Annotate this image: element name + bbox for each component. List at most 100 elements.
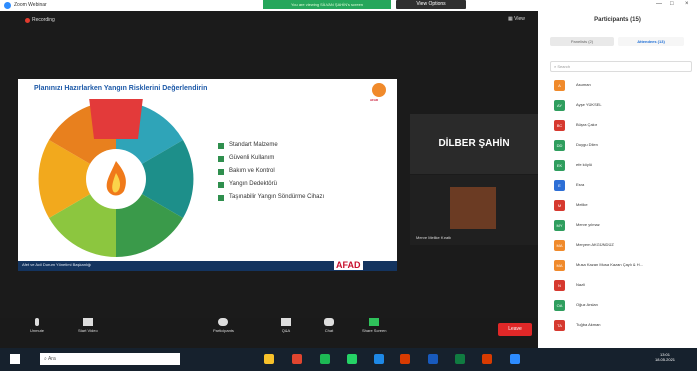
participant-name: Esra (576, 182, 585, 187)
app-icon[interactable] (482, 354, 492, 364)
whatsapp-icon[interactable] (347, 354, 357, 364)
video-tile[interactable]: Merve Melike Kıratlı (410, 175, 538, 245)
participant-name: Asuman (576, 82, 591, 87)
avatar: TA (554, 320, 565, 331)
participant-name: Meryem AKGÜNDÜZ (576, 242, 614, 247)
mute-label: Unmute (30, 328, 45, 333)
participant-video (450, 187, 496, 229)
avatar: OA (554, 300, 565, 311)
search-icon: ⌕ (44, 356, 47, 362)
avatar: MY (554, 220, 565, 231)
view-button-label: View (514, 16, 525, 22)
view-button[interactable]: ▦ View (508, 16, 525, 22)
legend-bullet-icon (218, 156, 224, 162)
chat-button[interactable]: Chat (324, 318, 334, 333)
afad-logo-icon (372, 83, 386, 97)
windows-taskbar: ⌕ Ara 13:01 18.05.2021 (0, 348, 697, 371)
start-video-label: Start Video (78, 328, 98, 333)
legend-label: Yangın Dedektörü (229, 181, 277, 187)
chat-label: Chat (324, 328, 334, 333)
spotify-icon[interactable] (320, 354, 330, 364)
wheel-top-segment (89, 99, 143, 139)
close-icon[interactable]: × (685, 1, 689, 7)
avatar: N (554, 280, 565, 291)
maximize-icon[interactable]: □ (670, 1, 674, 7)
participant-name: Melike (576, 202, 588, 207)
participants-button[interactable]: Participants (213, 318, 234, 333)
participant-name: Oğuz Arslan (576, 302, 598, 307)
view-options-button[interactable]: View Options (396, 0, 466, 9)
share-screen-label: Share Screen (362, 328, 387, 333)
taskbar-clock: 13:01 18.05.2021 (655, 352, 675, 362)
participant-name: Ayşe YÜKSEL (576, 102, 602, 107)
window-title: Zoom Webinar (14, 2, 47, 8)
share-screen-icon (369, 318, 380, 326)
participants-title: Participants (15) (594, 17, 641, 23)
camera-icon (82, 318, 93, 326)
fire-risk-wheel (38, 99, 194, 257)
people-icon (218, 318, 229, 326)
zoom-logo-icon (4, 2, 11, 9)
zoom-taskbar-icon[interactable] (374, 354, 384, 364)
meeting-toolbar: Unmute Start Video Participants Q&A Chat… (0, 318, 538, 348)
legend-bullet-icon (218, 182, 224, 188)
avatar: DD (554, 140, 565, 151)
participant-name: Büşra Çakır (576, 122, 598, 127)
participant-tile[interactable]: DİLBER ŞAHİN (410, 114, 538, 174)
q-and-a-button[interactable]: Q&A (281, 318, 291, 333)
zoom-active-icon[interactable] (510, 354, 520, 364)
participant-search-input[interactable]: ⌕ Search (550, 61, 692, 72)
q-and-a-icon (281, 318, 291, 326)
word-icon[interactable] (428, 354, 438, 364)
taskbar-search-input[interactable]: ⌕ Ara (40, 353, 180, 365)
avatar: MA (554, 240, 565, 251)
tab-panelists[interactable]: Panelists (2) (550, 37, 614, 46)
slide-footer-text: Afet ve Acil Durum Yönetimi Başkanlığı (22, 262, 92, 267)
avatar: A (554, 80, 565, 91)
participant-tile-name: DİLBER ŞAHİN (438, 138, 510, 149)
legend-bullet-icon (218, 143, 224, 149)
legend-label: Bakım ve Kontrol (229, 168, 275, 174)
share-screen-button[interactable]: Share Screen (362, 318, 386, 333)
legend-bullet-icon (218, 169, 224, 175)
avatar: E (554, 180, 565, 191)
file-explorer-icon[interactable] (264, 354, 274, 364)
powerpoint-icon[interactable] (400, 354, 410, 364)
mute-button[interactable]: Unmute (30, 318, 44, 333)
windows-start-icon[interactable] (10, 354, 20, 364)
avatar: BC (554, 120, 565, 131)
screen-share-banner: You are viewing SİLVAN ŞAHİN's screen (263, 0, 391, 9)
chrome-icon[interactable] (292, 354, 302, 364)
participant-name: efe köylü (576, 162, 593, 167)
tab-attendees[interactable]: Attendees (13) (618, 37, 684, 46)
video-tile-name: Merve Melike Kıratlı (416, 235, 452, 240)
participant-name: Nazli (576, 282, 585, 287)
leave-button[interactable]: Leave (498, 323, 532, 336)
microphone-icon (35, 318, 39, 326)
avatar: MA (554, 260, 565, 271)
search-placeholder: Search (557, 64, 571, 69)
participants-label: Participants (213, 328, 234, 333)
chat-icon (324, 318, 334, 326)
avatar: EK (554, 160, 565, 171)
excel-icon[interactable] (455, 354, 465, 364)
search-icon: ⌕ (554, 64, 557, 69)
start-video-button[interactable]: Start Video (78, 318, 98, 333)
participant-name: Duygu Dilen (576, 142, 598, 147)
participants-panel: Participants (15) Panelists (2) Attendee… (538, 11, 697, 349)
avatar: AY (554, 100, 565, 111)
afad-logo-label: AFAD (370, 98, 379, 102)
participant-name: Tuğba Akman (576, 322, 601, 327)
legend-label: Taşınabilir Yangın Söndürme Cihazı (229, 194, 325, 200)
legend-bullet-icon (218, 195, 224, 201)
legend-label: Güvenli Kullanım (229, 155, 275, 161)
participant-name: Merve yılmaz (576, 222, 600, 227)
slide-title: Planınızı Hazırlarken Yangın Risklerini … (34, 85, 208, 92)
afad-logo-bottom: AFAD (334, 260, 363, 270)
minimize-icon[interactable]: — (656, 1, 662, 7)
recording-label: Recording (32, 17, 55, 23)
recording-icon (25, 18, 30, 23)
q-and-a-label: Q&A (281, 328, 291, 333)
taskbar-search-label: Ara (47, 356, 56, 362)
clock-date: 18.05.2021 (655, 357, 676, 362)
